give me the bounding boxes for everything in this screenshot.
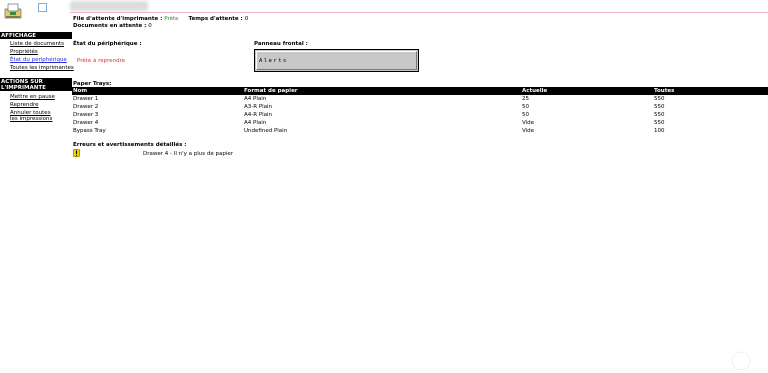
tray-total: 550 <box>654 120 665 126</box>
queue-label: File d'attente d'imprimante : <box>73 16 163 22</box>
front-panel-label: Panneau frontal : <box>254 41 308 47</box>
tray-current: Vide <box>522 128 535 134</box>
front-panel-text: Alerts <box>259 58 288 64</box>
sidebar-item-all-printers[interactable]: Toutes les imprimantes <box>10 65 74 71</box>
header-divider <box>70 12 768 13</box>
wait-label: Temps d'attente : <box>188 16 243 22</box>
sidebar-item-device-status[interactable]: État du périphérique <box>10 57 67 63</box>
tray-paper-format: A4 Plain <box>244 120 267 126</box>
tray-paper-format: Undefined Plain <box>244 128 288 134</box>
tray-current: 50 <box>522 112 529 118</box>
document-icon[interactable] <box>38 3 47 12</box>
table-row: Drawer 3 A4-R Plain 50 550 <box>72 111 768 119</box>
column-header-paper-format: Format de papier <box>244 88 298 94</box>
column-header-current: Actuelle <box>522 88 548 94</box>
sidebar-item-properties[interactable]: Propriétés <box>10 49 38 55</box>
table-row: Bypass Tray Undefined Plain Vide 100 <box>72 127 768 135</box>
printer-name-redacted <box>70 1 148 11</box>
tray-total: 100 <box>654 128 665 134</box>
tray-name: Drawer 4 <box>73 120 99 126</box>
sidebar-item-pause[interactable]: Mettre en pause <box>10 94 55 100</box>
table-row: Drawer 1 A4 Plain 25 550 <box>72 95 768 103</box>
tray-name: Drawer 3 <box>73 112 99 118</box>
tray-name: Drawer 1 <box>73 96 99 102</box>
tray-current: Vide <box>522 120 535 126</box>
table-row: Drawer 4 A4 Plain Vide 550 <box>72 119 768 127</box>
queue-value: Prête <box>164 16 179 22</box>
sidebar-item-cancel-all[interactable]: Annuler toutes les impressions <box>10 110 60 122</box>
watermark-logo <box>729 351 753 371</box>
column-header-name: Nom <box>73 88 88 94</box>
error-message: Drawer 4 - Il n'y a plus de papier <box>143 151 234 157</box>
tray-total: 550 <box>654 104 665 110</box>
tray-total: 550 <box>654 96 665 102</box>
tray-current: 25 <box>522 96 529 102</box>
sidebar-item-resume[interactable]: Reprendre <box>10 102 38 108</box>
wait-value: 0 <box>244 16 249 22</box>
sidebar-item-documents[interactable]: Liste de documents <box>10 41 64 47</box>
tray-total: 550 <box>654 112 665 118</box>
table-row: Drawer 2 A3-R Plain 50 550 <box>72 103 768 111</box>
warning-icon <box>73 149 80 157</box>
docs-label: Documents en attente : <box>73 23 147 29</box>
front-panel-display: Alerts <box>254 49 419 72</box>
sidebar-section-display: AFFICHAGE <box>0 32 72 39</box>
table-header: Nom Format de papier Actuelle Toutes <box>72 87 768 95</box>
docs-value: 0 <box>148 23 152 29</box>
tray-name: Bypass Tray <box>73 128 106 134</box>
device-status-label: État du périphérique : <box>73 41 142 47</box>
tray-name: Drawer 2 <box>73 104 99 110</box>
printer-icon <box>4 3 22 19</box>
queue-status-line: File d'attente d'imprimante : Prête Temp… <box>73 16 248 22</box>
documents-waiting-line: Documents en attente : 0 <box>73 23 152 29</box>
errors-title: Erreurs et avertissements détaillés : <box>73 142 187 148</box>
sidebar-section-actions: ACTIONS SUR L'IMPRIMANTE <box>0 78 72 91</box>
tray-current: 50 <box>522 104 529 110</box>
tray-paper-format: A3-R Plain <box>244 104 273 110</box>
device-status-value: Prête à reprendre <box>77 58 126 64</box>
tray-paper-format: A4-R Plain <box>244 112 273 118</box>
tray-paper-format: A4 Plain <box>244 96 267 102</box>
column-header-total: Toutes <box>654 88 675 94</box>
